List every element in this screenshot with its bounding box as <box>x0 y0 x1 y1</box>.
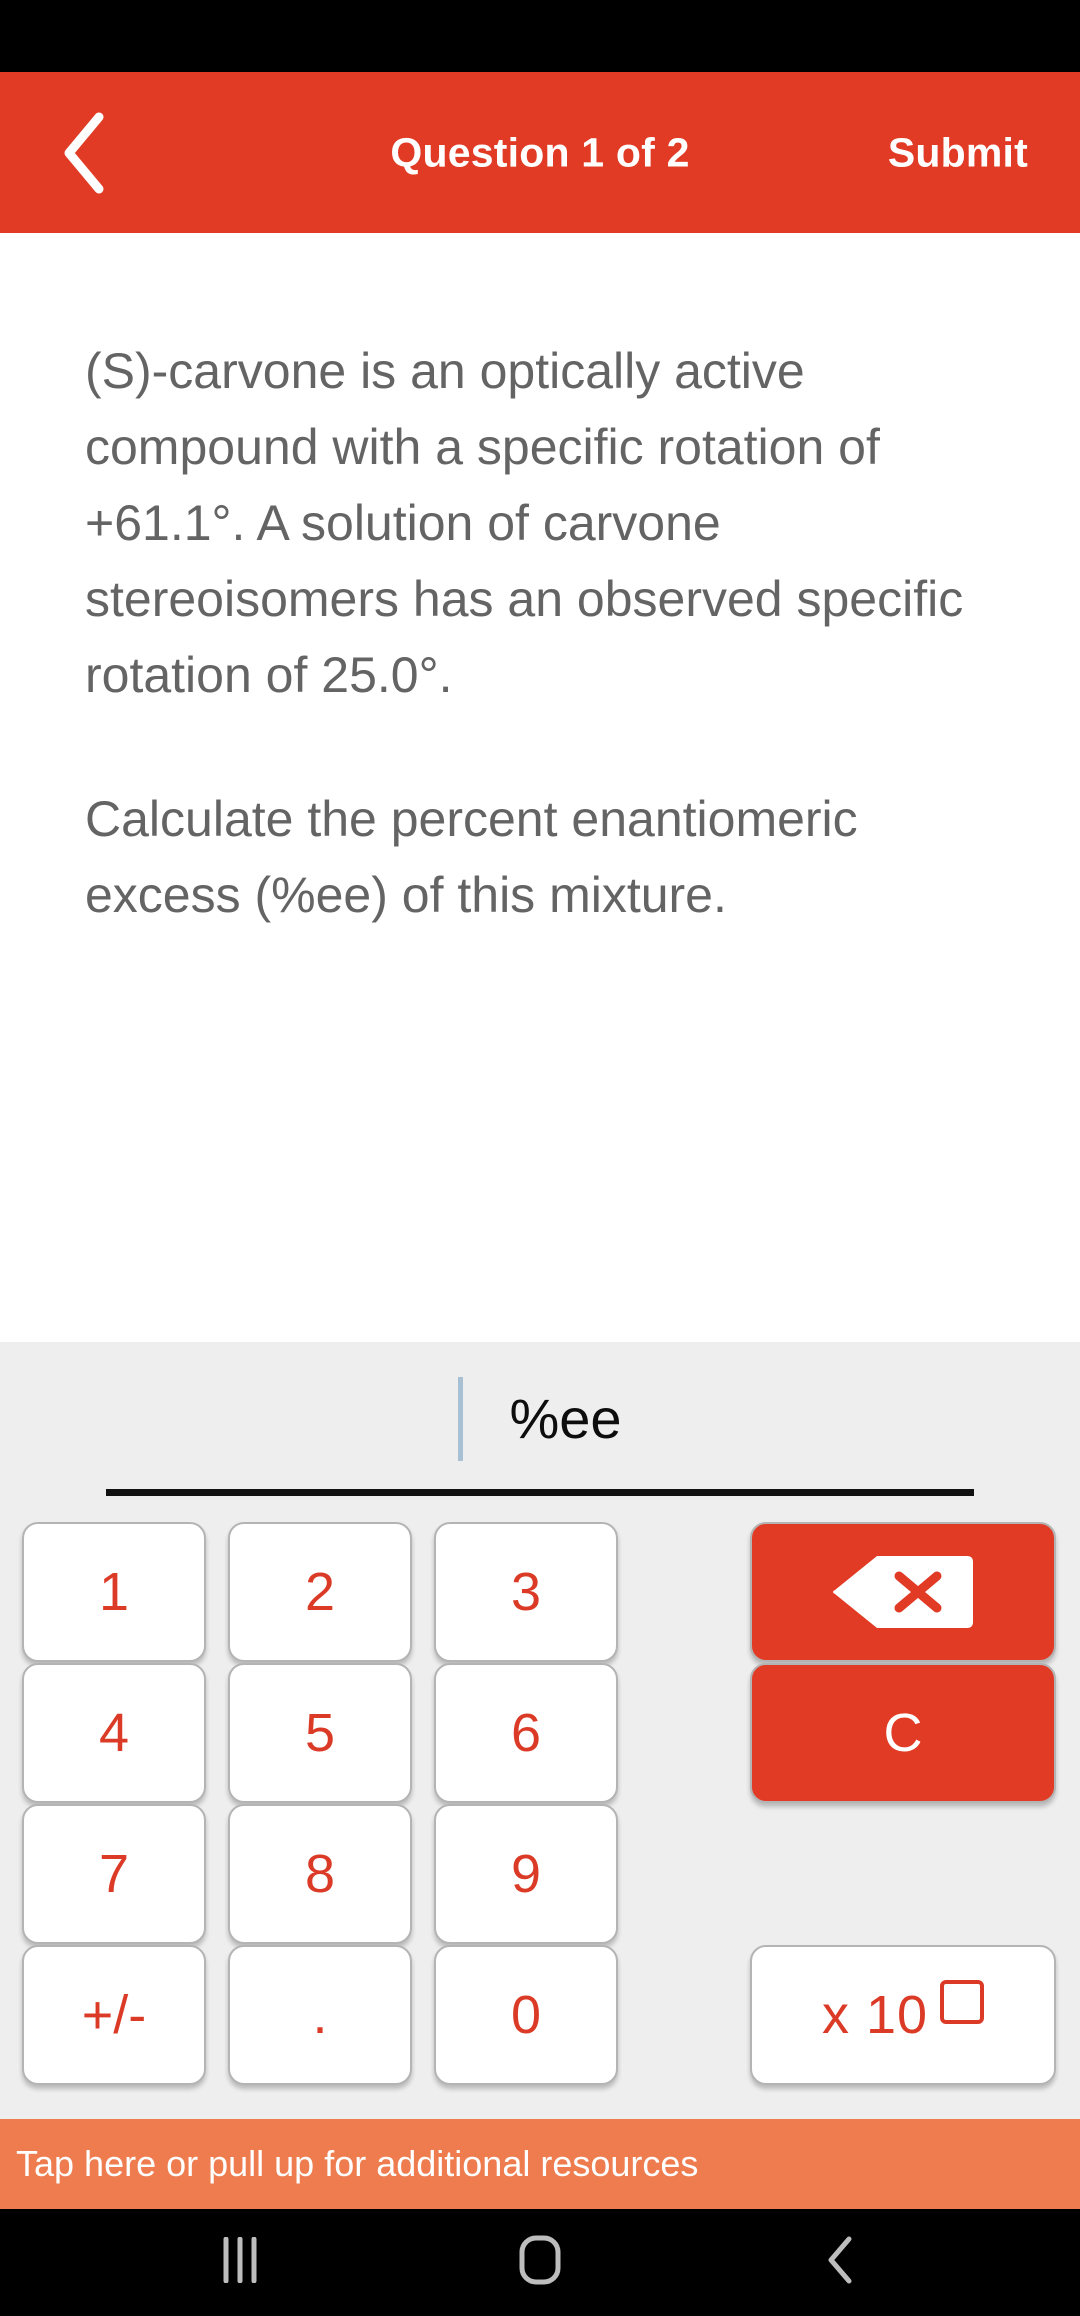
exponent-button[interactable]: x 10 <box>750 1945 1056 2085</box>
additional-resources-bar[interactable]: Tap here or pull up for additional resou… <box>0 2119 1080 2209</box>
key-decimal[interactable]: . <box>228 1945 412 2085</box>
key-2[interactable]: 2 <box>228 1522 412 1662</box>
nav-home-button[interactable] <box>440 2209 640 2316</box>
status-bar <box>0 0 1080 72</box>
key-4[interactable]: 4 <box>22 1663 206 1803</box>
key-8[interactable]: 8 <box>228 1804 412 1944</box>
app-header: Question 1 of 2 Submit <box>0 72 1080 233</box>
answer-unit-label: %ee <box>509 1387 622 1450</box>
android-nav-bar <box>0 2209 1080 2316</box>
key-sign[interactable]: +/- <box>22 1945 206 2085</box>
submit-button[interactable]: Submit <box>888 129 1028 176</box>
question-paragraph-2: Calculate the percent enantiomeric exces… <box>85 791 872 923</box>
exponent-label: x 10 <box>821 1985 929 2045</box>
home-icon <box>519 2235 561 2290</box>
nav-recents-button[interactable] <box>140 2209 340 2316</box>
text-caret <box>458 1377 464 1461</box>
key-6[interactable]: 6 <box>434 1663 618 1803</box>
backspace-icon <box>833 1554 973 1630</box>
question-paragraph-1: (S)-carvone is an optically active compo… <box>85 343 978 703</box>
key-9[interactable]: 9 <box>434 1804 618 1944</box>
exponent-placeholder-box <box>940 1980 985 2024</box>
clear-button[interactable]: C <box>750 1663 1056 1803</box>
answer-input[interactable] <box>458 1373 465 1465</box>
question-content: (S)-carvone is an optically active compo… <box>0 233 1080 1342</box>
app-screen: Question 1 of 2 Submit (S)-carvone is an… <box>0 0 1080 2316</box>
answer-keypad-panel: %ee 1 2 3 4 5 6 7 8 9 +/- . 0 C x 10 <box>0 1342 1080 2119</box>
nav-back-button[interactable] <box>740 2209 940 2316</box>
answer-underline <box>106 1489 974 1496</box>
key-0[interactable]: 0 <box>434 1945 618 2085</box>
key-1[interactable]: 1 <box>22 1522 206 1662</box>
additional-resources-label: Tap here or pull up for additional resou… <box>16 2143 699 2184</box>
answer-field-row: %ee <box>106 1366 974 1496</box>
backspace-button[interactable] <box>750 1522 1056 1662</box>
back-icon <box>825 2236 855 2289</box>
recents-icon <box>222 2236 258 2288</box>
key-3[interactable]: 3 <box>434 1522 618 1662</box>
key-5[interactable]: 5 <box>228 1663 412 1803</box>
key-7[interactable]: 7 <box>22 1804 206 1944</box>
